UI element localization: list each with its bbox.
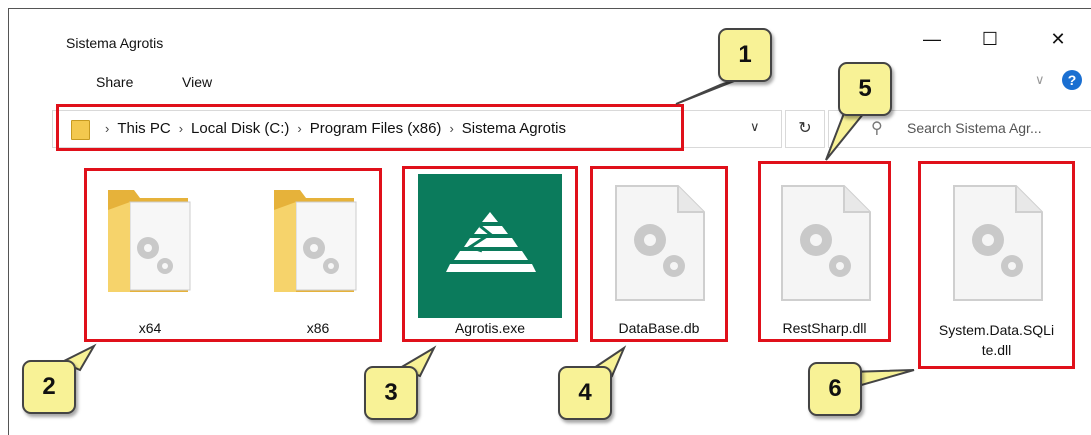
callout-5: 5: [838, 62, 892, 116]
screenshot: Sistema Agrotis — ☐ ✕ Share View ∨ ? › Th…: [0, 0, 1091, 435]
callout-3: 3: [364, 366, 418, 420]
callout-6: 6: [808, 362, 862, 416]
callout-tails: [59, 77, 915, 388]
callout-2: 2: [22, 360, 76, 414]
callout-1: 1: [718, 28, 772, 82]
callout-4: 4: [558, 366, 612, 420]
